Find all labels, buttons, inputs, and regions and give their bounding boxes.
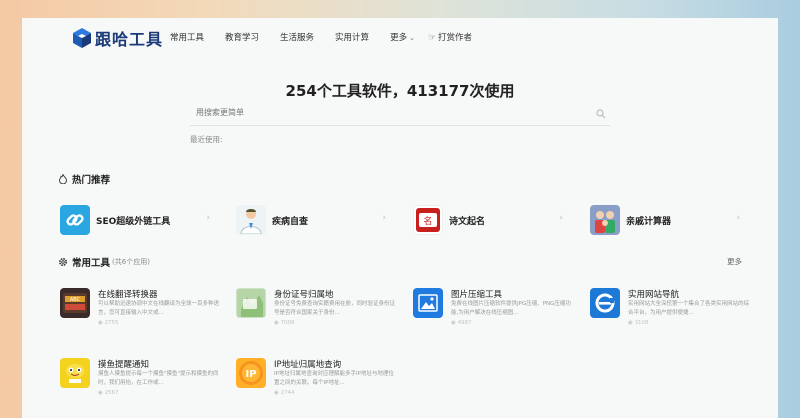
- tool-views-count: 4987: [457, 320, 472, 326]
- search-icon[interactable]: [596, 109, 606, 119]
- doctor-icon: [236, 205, 266, 235]
- main-nav: 常用工具 教育学习 生活服务 实用计算 更多 ⌄ ☞ 打赏作者: [170, 31, 493, 43]
- chevron-right-icon: ›: [736, 213, 740, 223]
- gear-icon: [58, 257, 68, 267]
- tool-card-image-compress[interactable]: 图片压缩工具 免费在线图片压缩软件提供JPG压缩、PNG压缩功能,为用户解决在线…: [413, 288, 573, 338]
- logo-text: 跟哈工具: [95, 30, 164, 49]
- nav-item-education[interactable]: 教育学习: [225, 31, 259, 43]
- tool-card-id-card[interactable]: 身份证号归属地 身份证号免费查询实籍费用在册，同时验证身份证号是否符合国家关于身…: [236, 288, 396, 338]
- common-section-count: (共6个应用): [112, 258, 150, 266]
- common-section-title: 常用工具 (共6个应用): [58, 255, 150, 269]
- link-icon: [60, 205, 90, 235]
- tool-views-count: 3108: [634, 320, 649, 326]
- search-input[interactable]: [196, 108, 576, 117]
- tool-desc: 免费在线图片压缩软件提供JPG压缩、PNG压缩功能,为用户解决在线压缩图...: [451, 301, 571, 316]
- search-bar: [190, 104, 610, 126]
- id-card-map-icon: [236, 288, 266, 318]
- tool-desc: 身份证号免费查询实籍费用在册，同时验证身份证号是否符合国家关于身份...: [274, 301, 396, 316]
- cube-logo-icon: [73, 28, 91, 48]
- tool-card-slack-reminder[interactable]: 摸鱼提醒通知 摸鱼人摸鱼提示每一个摸鱼"摸鱼"提示和摸鱼的同时，我们用抬，在工作…: [60, 358, 220, 408]
- tool-name: 实用网站导航: [628, 290, 680, 300]
- tool-card-site-nav[interactable]: 实用网站导航 实用网站大全深挖第一个集合了各类实用网站的综合平台，为用户提供便捷…: [590, 288, 750, 338]
- fire-icon: [59, 174, 67, 184]
- fish-icon: [60, 358, 90, 388]
- family-icon: [590, 205, 620, 235]
- svg-text:ABC: ABC: [70, 297, 81, 303]
- tool-views: ◉ 2567: [98, 390, 119, 396]
- chevron-right-icon: ›: [206, 213, 210, 223]
- tool-desc: 可以帮助迅速协调中文在线翻译为全球一百多种语言，您可直接输入中文或...: [98, 301, 220, 316]
- hot-item-name: 诗文起名: [449, 216, 486, 227]
- tool-views-count: 2755: [104, 320, 119, 326]
- tool-desc: 摸鱼人摸鱼提示每一个摸鱼"摸鱼"提示和摸鱼的同时，我们用抬，在工作或...: [98, 371, 219, 386]
- chevron-right-icon: ›: [382, 213, 386, 223]
- header: 跟哈工具 常用工具 教育学习 生活服务 实用计算 更多 ⌄ ☞ 打赏作者: [22, 18, 778, 58]
- hot-item-relatives[interactable]: 亲戚计算器 ›: [590, 204, 740, 236]
- nav-item-more[interactable]: 更多 ⌄: [390, 31, 415, 43]
- hot-item-name: 亲戚计算器: [626, 216, 672, 227]
- tool-name: IP地址归属地查询: [274, 360, 342, 370]
- tool-name: 在线翻译转换器: [98, 290, 158, 300]
- hot-item-naming[interactable]: 名 诗文起名 ›: [413, 204, 563, 236]
- tool-card-ip-lookup[interactable]: IP IP地址归属地查询 IP地址归属地查询对应理解能多手IP地址与地理位置之间…: [236, 358, 396, 408]
- tool-desc: 实用网站大全深挖第一个集合了各类实用网站的综合平台，为用户提供便捷...: [628, 301, 750, 316]
- svg-text:名: 名: [423, 215, 432, 227]
- tool-name: 摸鱼提醒通知: [98, 360, 150, 370]
- nav-item-donate[interactable]: ☞ 打赏作者: [428, 31, 472, 43]
- name-seal-icon: 名: [413, 205, 443, 235]
- nav-item-calculators[interactable]: 实用计算: [335, 31, 369, 43]
- tool-name: 身份证号归属地: [274, 290, 334, 300]
- tool-views: ◉ 3108: [628, 320, 649, 326]
- image-compress-icon: [413, 288, 443, 318]
- hot-item-name: SEO超级外链工具: [96, 216, 171, 227]
- page-title: 254个工具软件，413177次使用: [285, 82, 515, 100]
- tool-name: 图片压缩工具: [451, 290, 503, 300]
- ip-icon: IP: [236, 358, 266, 388]
- chevron-down-icon: ⌄: [409, 34, 415, 42]
- chevron-right-icon: ›: [559, 213, 563, 223]
- tool-views-count: 2744: [280, 390, 295, 396]
- page-frame: 跟哈工具 常用工具 教育学习 生活服务 实用计算 更多 ⌄ ☞ 打赏作者 254个工…: [22, 18, 778, 418]
- tool-views-count: 2567: [104, 390, 119, 396]
- nav-more-label: 更多: [390, 33, 408, 43]
- translator-icon: ABC: [60, 288, 90, 318]
- tool-card-translator[interactable]: ABC 在线翻译转换器 可以帮助迅速协调中文在线翻译为全球一百多种语言，您可直接…: [60, 288, 220, 338]
- tool-views: ◉ 4987: [451, 320, 472, 326]
- thumb-up-icon: ☞: [427, 33, 437, 43]
- tool-views: ◉ 2755: [98, 320, 119, 326]
- svg-text:IP: IP: [245, 369, 256, 380]
- tool-views: ◉ 2744: [274, 390, 295, 396]
- hot-item-seo[interactable]: SEO超级外链工具 ›: [60, 204, 210, 236]
- hot-section-title: 热门推荐: [58, 172, 110, 186]
- hot-item-name: 疾病自查: [272, 216, 309, 227]
- nav-item-common-tools[interactable]: 常用工具: [170, 31, 204, 43]
- ie-icon: [590, 288, 620, 318]
- hot-item-disease[interactable]: 疾病自查 ›: [236, 204, 386, 236]
- more-link[interactable]: 更多: [727, 256, 742, 267]
- logo[interactable]: 跟哈工具: [72, 26, 163, 50]
- common-section-label: 常用工具: [72, 258, 111, 269]
- nav-donate-label: 打赏作者: [438, 33, 473, 43]
- hot-section-label: 热门推荐: [72, 175, 111, 186]
- nav-item-life-services[interactable]: 生活服务: [280, 31, 314, 43]
- recent-label: 最近使用:: [190, 135, 223, 144]
- tool-views-count: 7008: [280, 320, 295, 326]
- tool-views: ◉ 7008: [274, 320, 295, 326]
- tool-desc: IP地址归属地查询对应理解能多手IP地址与地理位置之间的关联。每个IP地址...: [274, 371, 394, 386]
